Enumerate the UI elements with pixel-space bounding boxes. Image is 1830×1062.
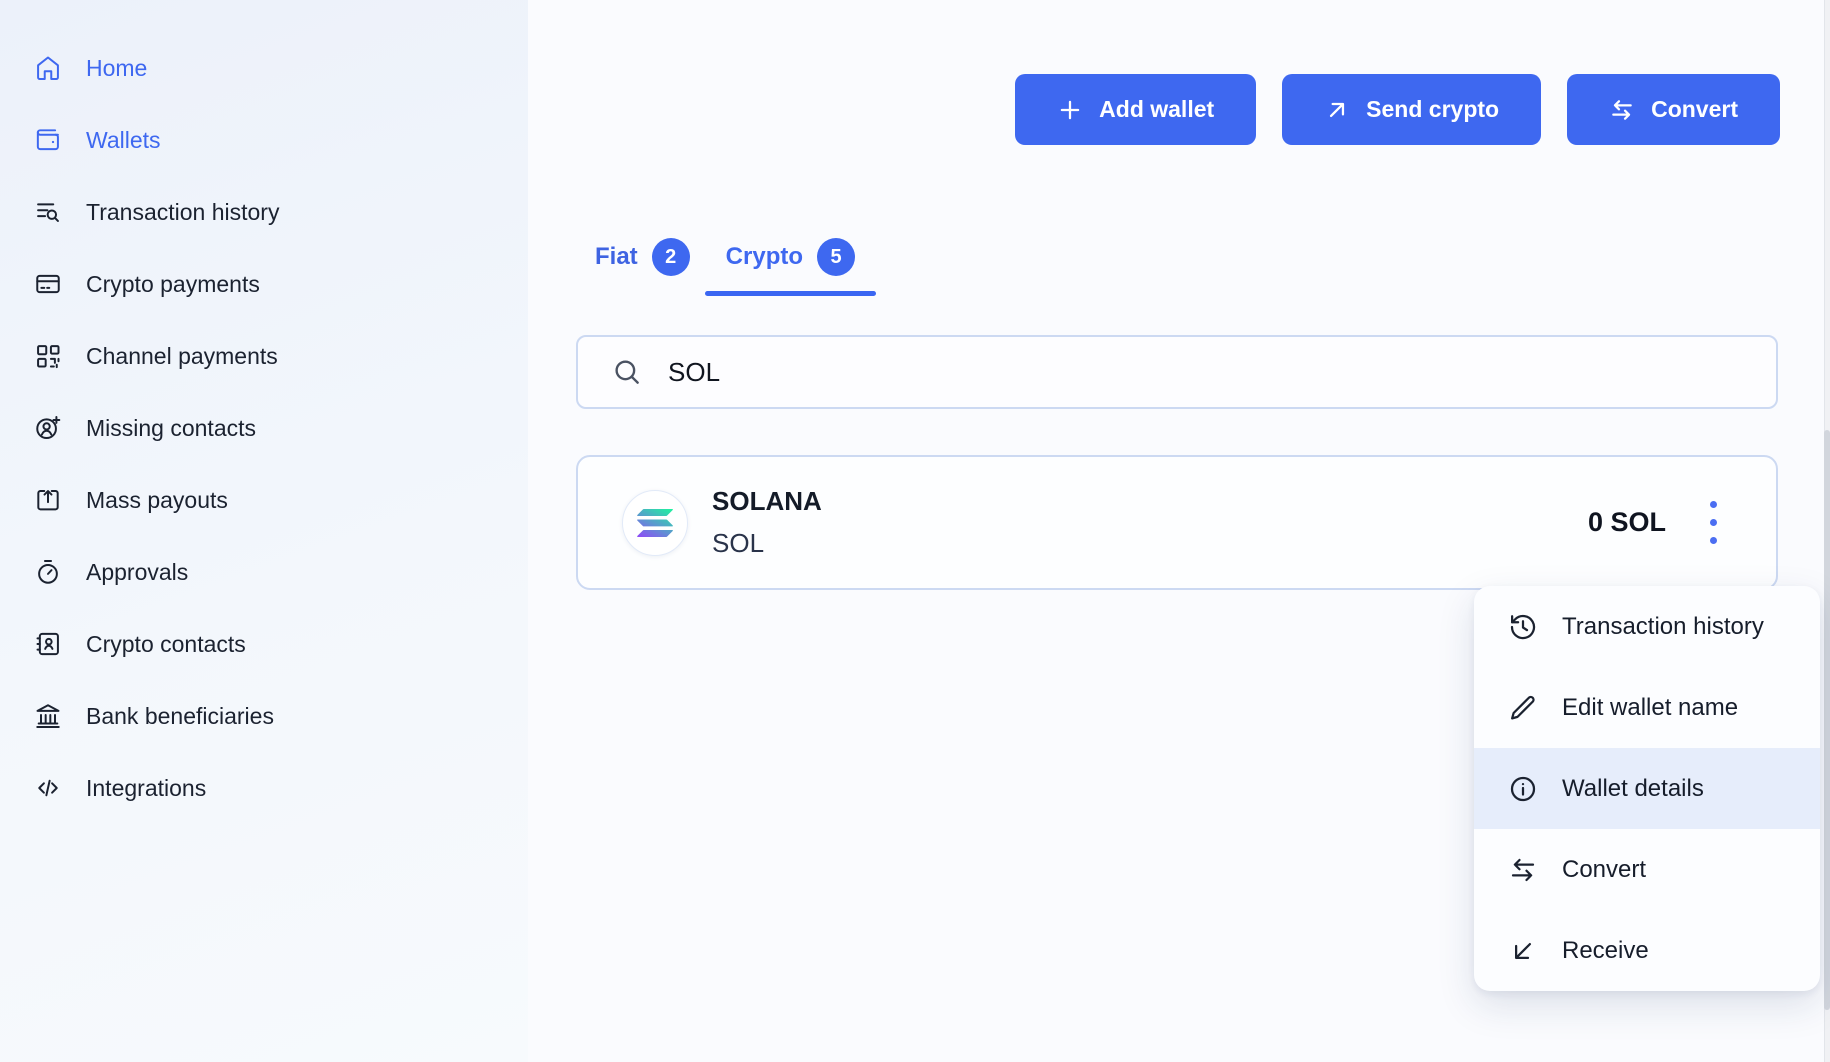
sidebar-item-crypto-contacts[interactable]: Crypto contacts (0, 608, 528, 680)
sidebar-item-label: Crypto payments (86, 271, 260, 298)
sidebar-item-label: Integrations (86, 775, 206, 802)
sidebar-item-mass-payouts[interactable]: Mass payouts (0, 464, 528, 536)
sidebar-item-transaction-history[interactable]: Transaction history (0, 176, 528, 248)
wallet-type-tabs: Fiat 2 Crypto 5 (595, 238, 855, 282)
convert-label: Convert (1651, 96, 1738, 123)
sidebar-item-label: Bank beneficiaries (86, 703, 274, 730)
menu-item-label: Convert (1562, 856, 1646, 884)
plus-icon (1057, 97, 1083, 123)
menu-item-label: Receive (1562, 937, 1649, 965)
sidebar-item-bank-beneficiaries[interactable]: Bank beneficiaries (0, 680, 528, 752)
qr-code-icon (34, 342, 62, 370)
search-icon (612, 357, 642, 387)
wallet-context-menu: Transaction history Edit wallet name Wal… (1474, 586, 1820, 991)
menu-item-label: Edit wallet name (1562, 694, 1738, 722)
sidebar-item-home[interactable]: Home (0, 32, 528, 104)
menu-item-edit-wallet-name[interactable]: Edit wallet name (1474, 667, 1820, 748)
convert-button[interactable]: Convert (1567, 74, 1780, 145)
user-plus-icon (34, 414, 62, 442)
list-search-icon (34, 198, 62, 226)
add-wallet-button[interactable]: Add wallet (1015, 74, 1256, 145)
sidebar-item-label: Approvals (86, 559, 188, 586)
box-arrow-up-icon (34, 486, 62, 514)
sidebar-item-label: Transaction history (86, 199, 279, 226)
wallet-row-solana[interactable]: SOLANA SOL 0 SOL (576, 455, 1778, 590)
address-book-icon (34, 630, 62, 658)
wallet-search (576, 335, 1778, 409)
wallet-icon (34, 126, 62, 154)
wallet-names: SOLANA SOL (712, 486, 822, 559)
sidebar-item-integrations[interactable]: Integrations (0, 752, 528, 824)
sidebar-item-label: Mass payouts (86, 487, 228, 514)
tab-fiat[interactable]: Fiat 2 (595, 238, 690, 282)
code-icon (34, 774, 62, 802)
send-crypto-button[interactable]: Send crypto (1282, 74, 1541, 145)
tab-fiat-label: Fiat (595, 243, 638, 271)
arrow-up-right-icon (1324, 97, 1350, 123)
swap-icon (1508, 855, 1538, 885)
wallet-symbol: SOL (712, 528, 822, 559)
header-actions: Add wallet Send crypto Convert (1015, 74, 1780, 145)
sidebar-item-label: Crypto contacts (86, 631, 246, 658)
sidebar-item-label: Home (86, 55, 147, 82)
sidebar-item-channel-payments[interactable]: Channel payments (0, 320, 528, 392)
sidebar-nav: Home Wallets Transaction history Crypto … (0, 32, 528, 824)
bank-icon (34, 702, 62, 730)
wallet-balance: 0 SOL (1588, 507, 1666, 538)
tab-crypto-label: Crypto (726, 243, 803, 271)
wallet-actions-menu-button[interactable] (1706, 499, 1720, 547)
menu-item-convert[interactable]: Convert (1474, 829, 1820, 910)
credit-card-icon (34, 270, 62, 298)
send-crypto-label: Send crypto (1366, 96, 1499, 123)
menu-item-receive[interactable]: Receive (1474, 910, 1820, 991)
sidebar-item-crypto-payments[interactable]: Crypto payments (0, 248, 528, 320)
sidebar: Home Wallets Transaction history Crypto … (0, 0, 528, 1062)
stopwatch-icon (34, 558, 62, 586)
wallet-name: SOLANA (712, 486, 822, 517)
menu-item-label: Wallet details (1562, 775, 1704, 803)
sidebar-item-missing-contacts[interactable]: Missing contacts (0, 392, 528, 464)
sidebar-item-approvals[interactable]: Approvals (0, 536, 528, 608)
tab-crypto[interactable]: Crypto 5 (726, 238, 855, 282)
arrow-down-left-icon (1508, 936, 1538, 966)
solana-logo-icon (622, 490, 688, 556)
kebab-dot (1710, 519, 1717, 526)
info-icon (1508, 774, 1538, 804)
sidebar-item-wallets[interactable]: Wallets (0, 104, 528, 176)
search-input[interactable] (668, 357, 1752, 388)
scrollbar-thumb[interactable] (1824, 430, 1830, 1010)
kebab-dot (1710, 537, 1717, 544)
home-icon (34, 54, 62, 82)
tab-fiat-count-badge: 2 (652, 238, 690, 276)
sidebar-item-label: Wallets (86, 127, 161, 154)
menu-item-wallet-details[interactable]: Wallet details (1474, 748, 1820, 829)
scrollbar-track[interactable] (1824, 0, 1830, 1062)
swap-icon (1609, 97, 1635, 123)
menu-item-transaction-history[interactable]: Transaction history (1474, 586, 1820, 667)
pencil-icon (1508, 693, 1538, 723)
sidebar-item-label: Missing contacts (86, 415, 256, 442)
sidebar-item-label: Channel payments (86, 343, 278, 370)
tab-crypto-count-badge: 5 (817, 238, 855, 276)
add-wallet-label: Add wallet (1099, 96, 1214, 123)
kebab-dot (1710, 501, 1717, 508)
menu-item-label: Transaction history (1562, 613, 1764, 641)
history-icon (1508, 612, 1538, 642)
